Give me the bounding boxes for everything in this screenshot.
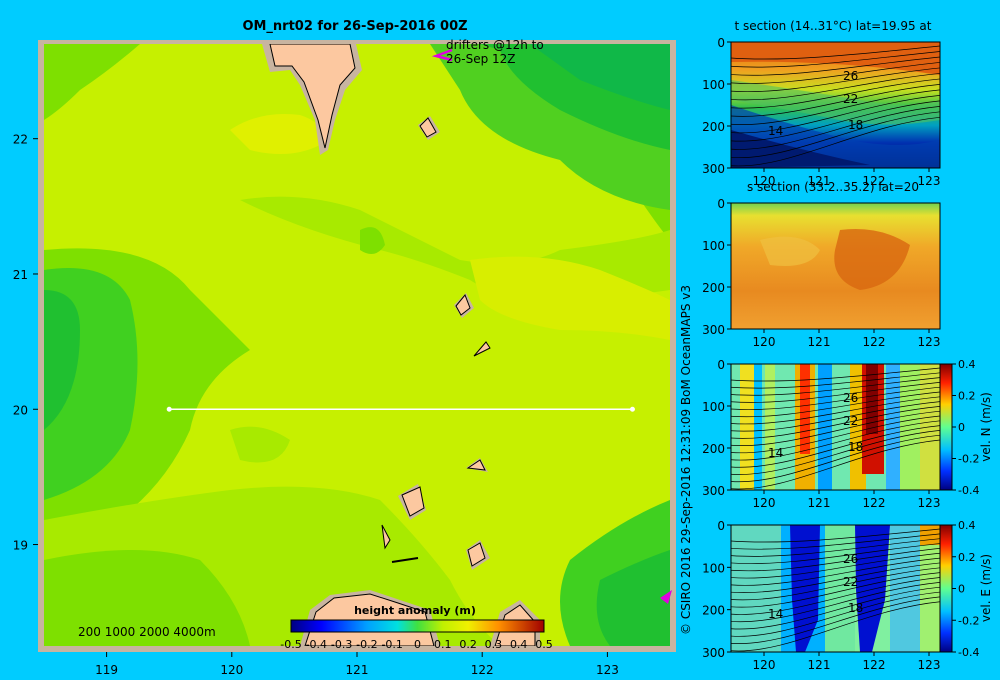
ssh-colorbar-tick-label: 0.5 — [535, 638, 553, 651]
ssh-colorbar-tick-label: -0.1 — [381, 638, 402, 651]
section-x-tick-label: 121 — [808, 496, 831, 510]
ssh-field — [44, 44, 670, 646]
map-y-axis: 19 20 21 22 — [13, 133, 38, 553]
map-y-tick-label: 21 — [13, 268, 28, 282]
vel-colorbar-tick-label: 0.4 — [958, 358, 976, 371]
vel-colorbar-tick-label: -0.2 — [958, 453, 979, 466]
t-section-panel: t section (14..31°C) lat=19.95 at 26 22 18… — [702, 19, 941, 188]
contour-label: 22 — [843, 414, 858, 428]
ssh-colorbar-tick-label: 0 — [414, 638, 421, 651]
section-x-tick-label: 122 — [863, 335, 886, 349]
contour-label: 26 — [843, 552, 858, 566]
section-x-tick-label: 123 — [918, 496, 941, 510]
section-x-tick-label: 123 — [918, 335, 941, 349]
map-x-tick-label: 121 — [346, 663, 369, 677]
map-x-tick-label: 122 — [471, 663, 494, 677]
section-y-tick-label: 100 — [702, 561, 725, 575]
section-y-tick-label: 300 — [702, 323, 725, 337]
figure: OM_nrt02 for 26-Sep-2016 00Z drifters @1… — [13, 19, 993, 677]
section-y-tick-label: 200 — [702, 442, 725, 456]
section-x-tick-label: 120 — [753, 658, 776, 672]
map-y-tick-label: 20 — [13, 403, 28, 417]
section-x-tick-label: 122 — [863, 496, 886, 510]
section-x-tick-label: 120 — [753, 335, 776, 349]
section-x-tick-label: 120 — [753, 496, 776, 510]
contour-label: 26 — [843, 391, 858, 405]
section-x-tick-label: 121 — [808, 658, 831, 672]
vel-colorbar-tick-label: 0 — [958, 583, 965, 596]
vel-e-colorbar-label: vel. E (m/s) — [979, 554, 993, 622]
vel-n-colorbar-label: vel. N (m/s) — [979, 392, 993, 462]
contour-label: 26 — [843, 69, 858, 83]
t-section-title: t section (14..31°C) lat=19.95 at — [735, 19, 932, 33]
section-y-tick-label: 0 — [717, 36, 725, 50]
ssh-colorbar-label: height anomaly (m) — [354, 604, 476, 617]
contour-label: 18 — [848, 118, 863, 132]
vel-colorbar-tick-label: 0 — [958, 421, 965, 434]
section-x-tick-label: 122 — [863, 658, 886, 672]
vel-e-panel: 26 22 18 14 120 121 122 123 0 100 200 300 0.4 0.2 0 -… — [702, 519, 993, 672]
contour-label: 18 — [848, 440, 863, 454]
vel-colorbar-tick-label: 0.2 — [958, 551, 976, 564]
vel-n-colorbar — [939, 363, 953, 491]
ssh-colorbar-tick-label: -0.2 — [356, 638, 377, 651]
ssh-colorbar-tick-label: -0.5 — [280, 638, 301, 651]
map-y-tick-label: 19 — [13, 539, 28, 553]
section-y-tick-label: 300 — [702, 162, 725, 176]
section-y-tick-label: 200 — [702, 604, 725, 618]
section-y-tick-label: 0 — [717, 519, 725, 533]
ssh-colorbar-tick-label: 0.2 — [459, 638, 477, 651]
section-y-tick-label: 200 — [702, 120, 725, 134]
section-y-tick-label: 100 — [702, 78, 725, 92]
section-y-tick-label: 100 — [702, 400, 725, 414]
drifter-annotation: drifters @12h to 26-Sep 12Z — [446, 38, 544, 66]
vel-colorbar-tick-label: -0.4 — [958, 646, 979, 659]
s-section-title: s section (33.2..35.2) lat=20 — [747, 180, 919, 194]
map-y-tick-label: 22 — [13, 133, 28, 147]
section-start-marker — [166, 406, 172, 412]
ssh-colorbar-tick-label: 0.1 — [434, 638, 452, 651]
ssh-colorbar-ticks: -0.5 -0.4 -0.3 -0.2 -0.1 0 0.1 0.2 0.3 0.4 0.5 — [280, 638, 552, 651]
map-x-tick-label: 123 — [596, 663, 619, 677]
vel-colorbar-tick-label: -0.2 — [958, 614, 979, 627]
map-x-tick-label: 120 — [220, 663, 243, 677]
section-y-tick-label: 200 — [702, 281, 725, 295]
map-title: OM_nrt02 for 26-Sep-2016 00Z — [242, 19, 467, 34]
contour-label: 18 — [848, 601, 863, 615]
ssh-colorbar-tick-label: 0.4 — [510, 638, 528, 651]
contour-label: 14 — [768, 607, 783, 621]
map-x-tick-label: 119 — [95, 663, 118, 677]
section-y-tick-label: 300 — [702, 484, 725, 498]
ssh-colorbar-tick-label: -0.3 — [331, 638, 352, 651]
section-x-tick-label: 123 — [918, 658, 941, 672]
section-y-tick-label: 300 — [702, 646, 725, 660]
vel-e-colorbar — [939, 524, 953, 653]
section-y-tick-label: 100 — [702, 239, 725, 253]
contour-label: 14 — [768, 124, 783, 138]
contour-label: 22 — [843, 575, 858, 589]
vel-n-panel: 26 22 18 14 120 121 122 123 0 100 200 300 0.4 0.2 0 -… — [702, 358, 993, 510]
ssh-colorbar — [290, 619, 545, 633]
credit-text: © CSIRO 2016 29-Sep-2016 12:31:09 BoM Oc… — [679, 285, 693, 635]
vel-colorbar-tick-label: -0.4 — [958, 484, 979, 497]
depth-scale-label: 200 1000 2000 4000m — [78, 625, 216, 639]
section-y-tick-label: 0 — [717, 197, 725, 211]
contour-label: 14 — [768, 446, 783, 460]
ssh-colorbar-tick-label: 0.3 — [485, 638, 503, 651]
vel-colorbar-tick-label: 0.2 — [958, 390, 976, 403]
map-panel: OM_nrt02 for 26-Sep-2016 00Z drifters @1… — [13, 19, 676, 677]
contour-label: 22 — [843, 92, 858, 106]
ssh-colorbar-tick-label: -0.4 — [306, 638, 327, 651]
s-section-panel: s section (33.2..35.2) lat=20 120 121 122 1… — [702, 180, 941, 349]
section-end-marker — [629, 406, 635, 412]
map-x-axis: 119 120 121 122 123 — [95, 652, 619, 677]
section-x-tick-label: 123 — [918, 174, 941, 188]
vel-colorbar-tick-label: 0.4 — [958, 519, 976, 532]
section-x-tick-label: 121 — [808, 335, 831, 349]
section-y-tick-label: 0 — [717, 358, 725, 372]
